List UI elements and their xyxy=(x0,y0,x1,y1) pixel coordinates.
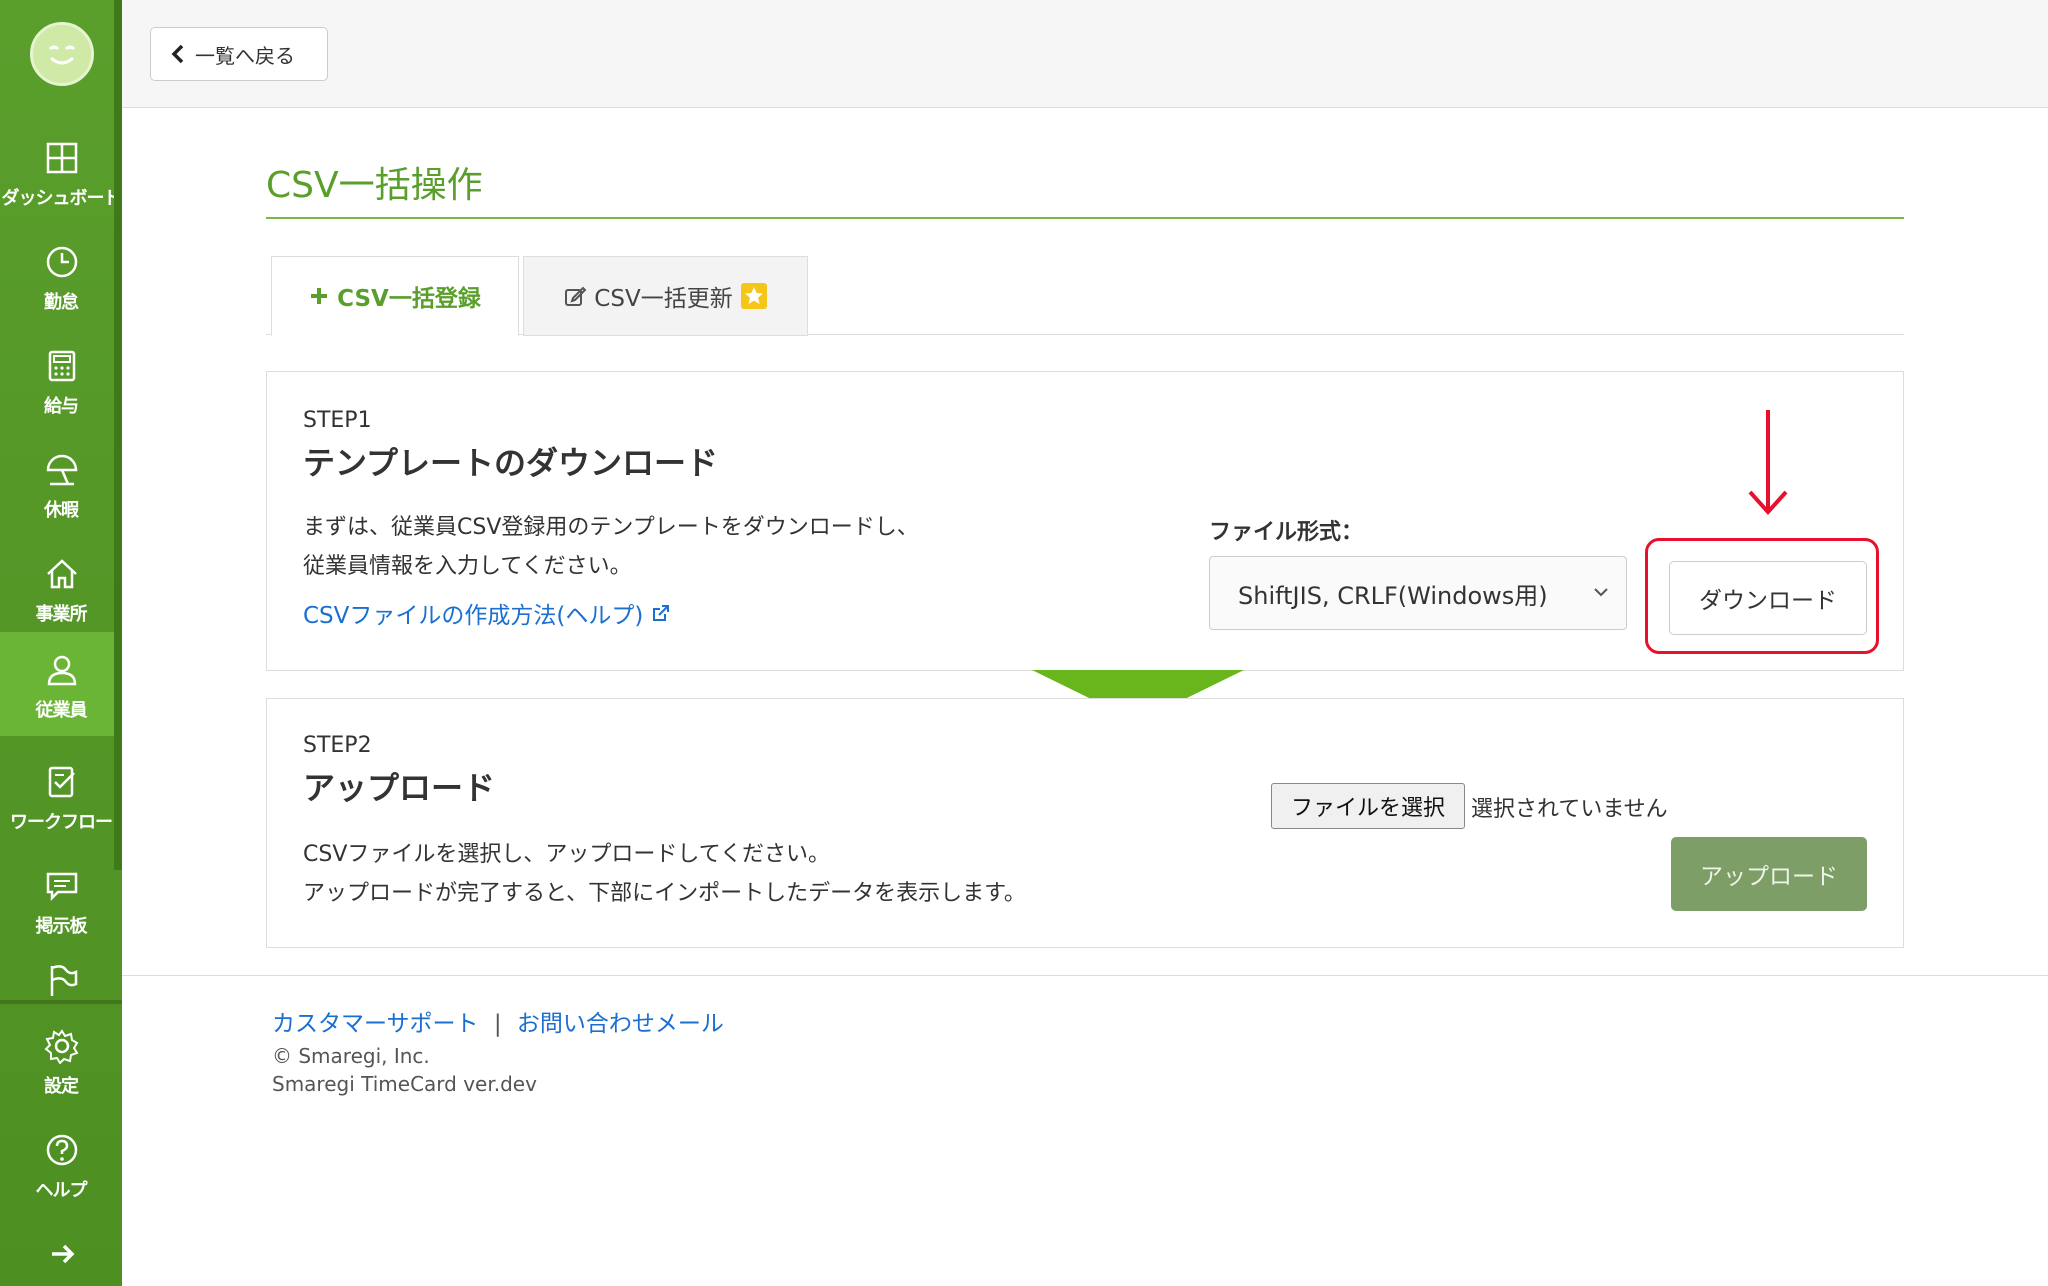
tab-label: CSV一括更新 xyxy=(594,286,733,312)
step2-label: STEP2 xyxy=(303,733,372,758)
checklist-icon xyxy=(48,766,75,798)
step2-panel: STEP2 アップロード CSVファイルを選択し、アップロードしてください。 ア… xyxy=(266,698,1904,948)
footer-divider xyxy=(122,975,2048,976)
file-status-text: 選択されていません xyxy=(1471,797,1668,822)
download-button[interactable]: ダウンロード xyxy=(1669,561,1867,635)
sidebar-item-attendance[interactable]: 勤怠 xyxy=(0,224,122,328)
sidebar-item-label: ダッシュボード xyxy=(1,188,122,209)
beach-umbrella-icon xyxy=(46,454,78,486)
sidebar-item-office[interactable]: 事業所 xyxy=(0,536,122,640)
file-format-value: ShiftJIS, CRLF(Windows用) xyxy=(1238,581,1548,610)
sidebar-item-leave[interactable]: 休暇 xyxy=(0,432,122,536)
copyright-text: © Smaregi, Inc. xyxy=(272,1044,430,1068)
step1-label: STEP1 xyxy=(303,408,372,433)
sidebar-item-label: 従業員 xyxy=(35,700,88,721)
help-icon xyxy=(46,1134,78,1166)
tab-csv-bulk-register[interactable]: CSV一括登録 xyxy=(271,256,519,336)
sidebar: ダッシュボード 勤怠 給与 休暇 事業所 従業員 ワークフロー 掲示板 設定 ヘ… xyxy=(0,0,122,1286)
plus-icon xyxy=(311,288,328,304)
step1-desc-line2: 従業員情報を入力してください。 xyxy=(303,554,632,579)
calculator-icon xyxy=(48,350,76,382)
topbar: 一覧へ戻る xyxy=(122,0,2048,108)
sidebar-item-label: 給与 xyxy=(44,396,79,417)
sidebar-divider xyxy=(0,1000,122,1004)
sidebar-item-label: 設定 xyxy=(44,1076,79,1097)
step1-desc-line1: まずは、従業員CSV登録用のテンプレートをダウンロードし、 xyxy=(303,515,919,540)
sidebar-item-workflow[interactable]: ワークフロー xyxy=(0,744,122,848)
step1-title: テンプレートのダウンロード xyxy=(303,444,719,482)
customer-support-link[interactable]: カスタマーサポート xyxy=(272,1011,479,1037)
flag-icon xyxy=(50,965,78,996)
sidebar-item-employees[interactable]: 従業員 xyxy=(0,632,122,736)
sidebar-item-label: 事業所 xyxy=(35,604,88,625)
choose-file-button[interactable]: ファイルを選択 xyxy=(1271,783,1465,829)
home-icon xyxy=(47,559,77,589)
page-title: CSV一括操作 xyxy=(266,165,483,206)
sidebar-item-dashboard[interactable]: ダッシュボード xyxy=(0,120,122,224)
file-format-select[interactable]: ShiftJIS, CRLF(Windows用) xyxy=(1209,556,1627,630)
tab-csv-bulk-update[interactable]: CSV一括更新 xyxy=(523,256,808,336)
step2-desc-line2: アップロードが完了すると、下部にインポートしたデータを表示します。 xyxy=(303,881,1026,906)
clock-icon xyxy=(46,246,78,278)
sidebar-item-label: ヘルプ xyxy=(35,1180,88,1201)
arrow-down-annotation-icon xyxy=(1748,410,1788,515)
csv-help-link[interactable]: CSVファイルの作成方法(ヘルプ) xyxy=(303,596,671,630)
file-format-label: ファイル形式： xyxy=(1209,520,1364,545)
upload-button[interactable]: アップロード xyxy=(1671,837,1867,911)
step2-title: アップロード xyxy=(303,769,496,807)
sidebar-item-payroll[interactable]: 給与 xyxy=(0,328,122,432)
sidebar-scrollbar[interactable] xyxy=(114,0,122,870)
version-text: Smaregi TimeCard ver.dev xyxy=(272,1072,537,1096)
tab-label: CSV一括登録 xyxy=(337,286,481,312)
chat-icon xyxy=(46,872,78,902)
step2-description: CSVファイルを選択し、アップロードしてください。 アップロードが完了すると、下… xyxy=(303,835,1026,913)
sidebar-item-settings[interactable]: 設定 xyxy=(0,1008,122,1112)
back-button-label: 一覧へ戻る xyxy=(195,43,295,68)
sidebar-item-board[interactable]: 掲示板 xyxy=(0,848,122,952)
contact-email-link[interactable]: お問い合わせメール xyxy=(517,1011,724,1037)
sidebar-item-help[interactable]: ヘルプ xyxy=(0,1112,122,1216)
sidebar-item-label: 休暇 xyxy=(44,500,79,521)
back-to-list-button[interactable]: 一覧へ戻る xyxy=(150,27,328,81)
sidebar-item-label: 掲示板 xyxy=(35,916,88,937)
chevron-left-icon xyxy=(171,44,184,64)
chevron-down-icon xyxy=(1594,588,1608,597)
sidebar-expand-button[interactable] xyxy=(0,1222,122,1282)
external-link-icon xyxy=(652,605,669,621)
footer-links: カスタマーサポート | お問い合わせメール xyxy=(272,1004,724,1038)
step1-description: まずは、従業員CSV登録用のテンプレートをダウンロードし、 従業員情報を入力して… xyxy=(303,508,919,586)
sidebar-item-label: 勤怠 xyxy=(44,292,79,313)
footer-separator: | xyxy=(493,1011,502,1037)
sidebar-item-flag[interactable] xyxy=(0,950,122,1000)
step1-panel: STEP1 テンプレートのダウンロード まずは、従業員CSV登録用のテンプレート… xyxy=(266,371,1904,671)
star-icon xyxy=(740,283,767,309)
sidebar-item-label: ワークフロー xyxy=(10,812,113,833)
title-divider xyxy=(266,217,1904,219)
person-icon xyxy=(47,655,77,686)
avatar[interactable] xyxy=(30,22,94,86)
arrow-right-icon xyxy=(52,1244,75,1264)
dashboard-icon xyxy=(46,142,78,174)
step2-desc-line1: CSVファイルを選択し、アップロードしてください。 xyxy=(303,842,831,867)
help-link-label: CSVファイルの作成方法(ヘルプ) xyxy=(303,603,644,629)
smiley-icon xyxy=(48,45,76,65)
edit-icon xyxy=(565,286,587,306)
gear-icon xyxy=(44,1029,79,1064)
